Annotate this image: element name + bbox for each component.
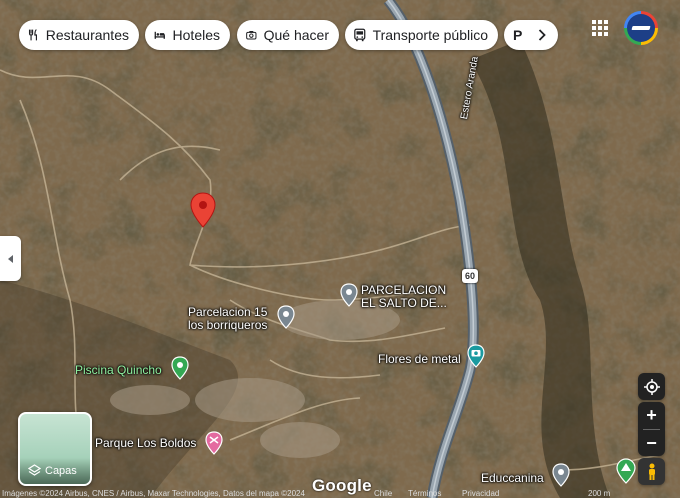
chip-restaurantes[interactable]: Restaurantes — [19, 20, 139, 50]
avatar[interactable] — [624, 11, 658, 45]
chip-label: Transporte público — [372, 27, 488, 43]
camera-icon — [246, 31, 257, 40]
bus-icon — [354, 28, 366, 42]
place-pin-park-green[interactable] — [616, 458, 636, 484]
chip-more[interactable]: P — [504, 20, 558, 50]
place-label-parcelacion-salto[interactable]: PARCELACION EL SALTO DE... — [361, 284, 447, 310]
route-shield: 60 — [462, 269, 478, 283]
attribution-text: Imágenes ©2024 Airbus, CNES / Airbus, Ma… — [2, 490, 305, 498]
place-pin-piscina-quincho[interactable] — [171, 356, 189, 380]
crosshair-icon — [643, 378, 660, 395]
layers-icon — [28, 464, 41, 476]
side-panel-toggle[interactable] — [0, 236, 21, 281]
chip-label: Qué hacer — [263, 27, 329, 43]
chip-label: P — [513, 27, 523, 43]
bed-icon — [154, 31, 165, 39]
chip-label: Restaurantes — [45, 27, 129, 43]
caret-left-icon — [7, 254, 13, 263]
my-location-button[interactable] — [638, 373, 665, 400]
place-label-parque-boldos[interactable]: Parque Los Boldos — [95, 437, 196, 450]
country-link[interactable]: Chile — [374, 490, 392, 498]
layers-button[interactable]: Capas — [18, 412, 92, 486]
layers-label: Capas — [45, 465, 77, 477]
place-label-educcanina[interactable]: Educcanina — [481, 472, 544, 485]
terms-link[interactable]: Términos — [408, 490, 441, 498]
place-pin-educcanina[interactable] — [552, 463, 570, 487]
satellite-map[interactable] — [0, 0, 680, 498]
place-pin-parcelacion-salto[interactable] — [340, 283, 358, 307]
map-footer: Imágenes ©2024 Airbus, CNES / Airbus, Ma… — [0, 490, 680, 498]
place-label-piscina-quincho[interactable]: Piscina Quincho — [75, 364, 162, 377]
chip-que-hacer[interactable]: Qué hacer — [237, 20, 339, 50]
zoom-out-button[interactable]: − — [638, 430, 665, 456]
scale-label: 200 m — [588, 490, 611, 498]
street-view-pegman[interactable] — [638, 458, 665, 485]
place-label-parcelacion-15[interactable]: Parcelacion 15 los borriqueros — [188, 306, 267, 332]
fork-knife-icon — [28, 29, 37, 41]
place-label-flores-metal[interactable]: Flores de metal — [378, 353, 461, 366]
place-pin-flores-metal[interactable] — [467, 344, 485, 368]
chip-label: Hoteles — [172, 27, 220, 43]
zoom-in-button[interactable]: + — [638, 402, 665, 429]
place-pin-parque-boldos[interactable] — [205, 431, 223, 455]
apps-grid-icon[interactable] — [592, 20, 608, 36]
privacy-link[interactable]: Privacidad — [462, 490, 499, 498]
place-pin-parcelacion-15[interactable] — [277, 305, 295, 329]
chip-hoteles[interactable]: Hoteles — [145, 20, 230, 50]
selected-location-pin[interactable] — [190, 192, 216, 228]
pegman-icon — [648, 463, 655, 480]
avatar-inner — [627, 14, 655, 42]
zoom-control: + − — [638, 402, 665, 456]
chip-transporte[interactable]: Transporte público — [345, 20, 498, 50]
chevron-right-icon[interactable] — [538, 29, 547, 41]
